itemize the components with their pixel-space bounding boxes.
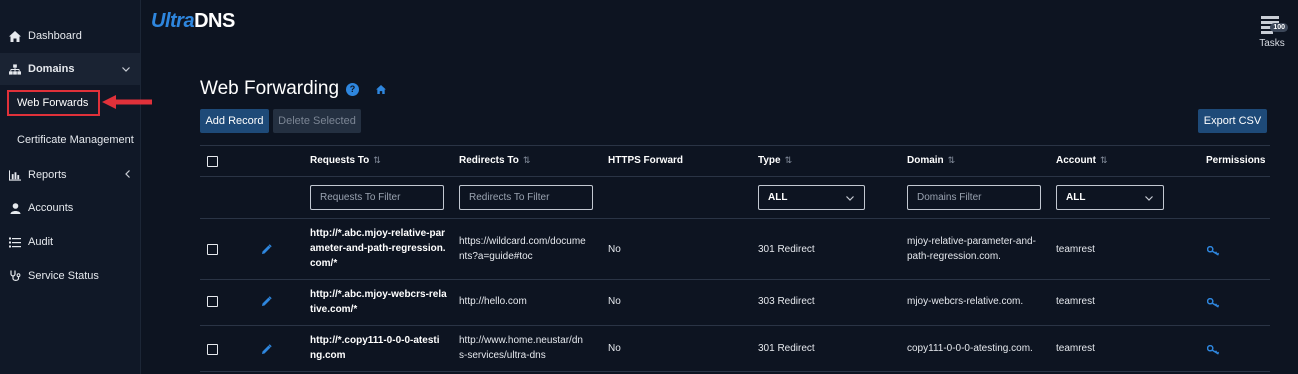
row-checkbox[interactable]: [207, 344, 218, 355]
tasks-label: Tasks: [1259, 38, 1285, 49]
add-record-button[interactable]: Add Record: [200, 109, 269, 133]
page-title-row: Web Forwarding ?: [200, 78, 386, 100]
edit-pencil-icon[interactable]: [261, 342, 272, 360]
sidebar-sub-item-web-forwards[interactable]: Web Forwards: [7, 90, 100, 116]
sidebar-item-label: Reports: [28, 169, 67, 181]
edit-pencil-icon[interactable]: [261, 242, 272, 260]
sidebar-item-dashboard[interactable]: Dashboard: [0, 20, 140, 52]
table-row-divider: [200, 325, 1270, 326]
domain-cell: copy111-0-0-0-atesting.com.: [907, 343, 1033, 354]
domain-cell: mjoy-webcrs-relative.com.: [907, 296, 1024, 307]
sidebar: Dashboard Domains Reports Accounts Audit: [0, 0, 141, 374]
sitemap-icon: [9, 63, 21, 75]
home-icon: [9, 30, 21, 42]
requests-to-cell: ameter-and-path-regression.: [310, 243, 446, 254]
sidebar-item-label: Dashboard: [28, 30, 82, 42]
tasks-badge: 100: [1270, 23, 1288, 32]
user-icon: [9, 202, 21, 214]
chevron-down-icon: [122, 64, 130, 74]
sidebar-sub-item-label: Web Forwards: [17, 97, 89, 109]
select-all-checkbox[interactable]: [207, 156, 218, 167]
edit-pencil-icon[interactable]: [261, 294, 272, 312]
home-breadcrumb-icon[interactable]: [376, 78, 386, 100]
redirects-to-cell: nts?a=guide#toc: [459, 251, 533, 262]
requests-to-cell: ng.com: [310, 350, 346, 361]
sidebar-sub-item-label: Certificate Management: [17, 134, 134, 146]
sort-icon: ⇅: [1100, 155, 1108, 165]
tasks-icon: 100: [1257, 16, 1288, 38]
export-csv-button[interactable]: Export CSV: [1198, 109, 1267, 133]
account-cell: teamrest: [1056, 343, 1095, 354]
table-top-border: [200, 145, 1270, 146]
column-header-https-forward: HTTPS Forward: [608, 155, 684, 166]
redirects-to-cell: http://www.home.neustar/dn: [459, 335, 583, 346]
delete-selected-button[interactable]: Delete Selected: [273, 109, 361, 133]
column-header-domain[interactable]: Domain ⇅: [907, 155, 955, 166]
tasks-button[interactable]: 100 Tasks: [1257, 16, 1288, 49]
requests-to-cell: tive.com/*: [310, 304, 358, 315]
type-cell: 301 Redirect: [758, 244, 815, 255]
requests-to-cell: http://*.abc.mjoy-webcrs-rela: [310, 289, 447, 300]
type-cell: 303 Redirect: [758, 296, 815, 307]
requests-to-cell: com/*: [310, 258, 338, 269]
ultradns-logo[interactable]: UltraDNS: [151, 10, 235, 33]
account-cell: teamrest: [1056, 296, 1095, 307]
domains-filter-input[interactable]: Domains Filter: [907, 185, 1041, 210]
requests-to-cell: http://*.abc.mjoy-relative-par: [310, 228, 446, 239]
table-header-divider: [200, 176, 1270, 177]
requests-to-filter-input[interactable]: Requests To Filter: [310, 185, 444, 210]
table-row-divider: [200, 371, 1270, 372]
sidebar-item-label: Audit: [28, 236, 54, 248]
domain-cell: path-regression.com.: [907, 251, 1001, 262]
domain-cell: mjoy-relative-parameter-and-: [907, 236, 1036, 247]
account-filter-select[interactable]: ALL: [1056, 185, 1164, 210]
sort-icon: ⇅: [784, 155, 793, 165]
key-permissions-icon[interactable]: [1206, 243, 1220, 261]
sidebar-item-reports[interactable]: Reports: [0, 159, 140, 191]
annotation-arrow-icon: [102, 95, 152, 109]
redirects-to-cell: https://wildcard.com/docume: [459, 236, 586, 247]
row-checkbox[interactable]: [207, 296, 218, 307]
column-header-account[interactable]: Account ⇅: [1056, 155, 1108, 166]
https-forward-cell: No: [608, 343, 621, 354]
row-checkbox[interactable]: [207, 244, 218, 255]
sidebar-item-label: Accounts: [28, 202, 74, 214]
page-title: Web Forwarding: [200, 78, 340, 99]
https-forward-cell: No: [608, 244, 621, 255]
type-cell: 301 Redirect: [758, 343, 815, 354]
column-header-requests-to[interactable]: Requests To ⇅: [310, 155, 381, 166]
table-row-divider: [200, 279, 1270, 280]
account-cell: teamrest: [1056, 244, 1095, 255]
redirects-to-cell: http://hello.com: [459, 296, 527, 307]
table-filter-divider: [200, 218, 1270, 219]
key-permissions-icon[interactable]: [1206, 342, 1220, 360]
requests-to-cell: http://*.copy111-0-0-0-atesti: [310, 335, 440, 346]
sort-icon: ⇅: [947, 155, 956, 165]
sort-icon: ⇅: [373, 155, 381, 165]
type-filter-select[interactable]: ALL: [758, 185, 865, 210]
sidebar-sub-item-certificate-management[interactable]: Certificate Management: [0, 127, 140, 153]
chevron-left-icon: [125, 170, 130, 180]
sidebar-item-accounts[interactable]: Accounts: [0, 192, 140, 224]
sidebar-item-label: Domains: [28, 63, 75, 75]
sidebar-item-label: Service Status: [28, 270, 99, 282]
stethoscope-icon: [9, 270, 21, 282]
https-forward-cell: No: [608, 296, 621, 307]
redirects-to-filter-input[interactable]: Redirects To Filter: [459, 185, 593, 210]
sidebar-item-service-status[interactable]: Service Status: [0, 260, 140, 292]
column-header-redirects-to[interactable]: Redirects To ⇅: [459, 155, 530, 166]
sort-icon: ⇅: [522, 155, 531, 165]
column-header-type[interactable]: Type ⇅: [758, 155, 792, 166]
redirects-to-cell: s-services/ultra-dns: [459, 350, 546, 361]
chevron-down-icon: [1145, 193, 1153, 203]
list-icon: [9, 236, 21, 248]
sidebar-item-domains[interactable]: Domains: [0, 53, 140, 85]
bar-chart-icon: [9, 169, 21, 181]
chevron-down-icon: [846, 193, 854, 203]
sidebar-item-audit[interactable]: Audit: [0, 226, 140, 258]
column-header-permissions: Permissions: [1206, 155, 1266, 166]
help-icon[interactable]: ?: [346, 82, 360, 96]
key-permissions-icon[interactable]: [1206, 295, 1220, 313]
